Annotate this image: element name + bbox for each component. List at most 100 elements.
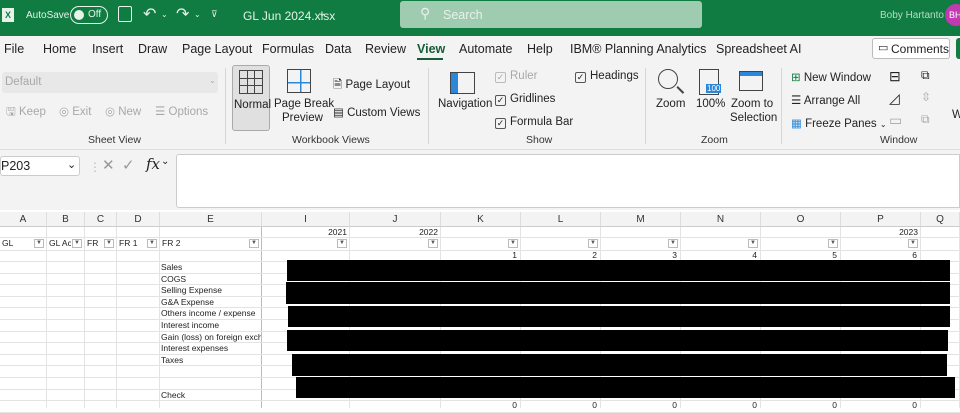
headings-checkbox[interactable]: ✓ Headings [575, 70, 639, 83]
undo-dropdown-icon[interactable]: ⌄ [161, 10, 168, 19]
filter-dropdown-icon[interactable]: ▼ [337, 239, 347, 248]
filename-chevron-icon[interactable]: ⌄ [318, 8, 326, 19]
unhide-icon[interactable]: ▭ [889, 112, 902, 129]
row-label[interactable]: COGS [161, 274, 261, 285]
new-button[interactable]: ◎ New [105, 104, 141, 118]
user-name[interactable]: Boby Hartanto [880, 10, 944, 21]
split-icon[interactable]: ⊟ [889, 68, 901, 85]
worksheet-grid[interactable]: ABCDEIJKLMNOPQ 2021 2022 2023 GL GL Acc FR FR 1… [0, 212, 960, 413]
row-label[interactable]: Interest income [161, 320, 261, 331]
redo-icon[interactable]: ↷ [176, 4, 189, 24]
tab-file[interactable]: File [4, 42, 24, 56]
zoom-button[interactable]: Zoom [654, 67, 688, 117]
column-header-J[interactable]: J [350, 212, 441, 227]
customize-qat-icon[interactable]: ⊽ [211, 9, 218, 20]
avatar[interactable]: BH [945, 4, 960, 26]
normal-view-button[interactable]: Normal [232, 65, 271, 131]
save-icon[interactable] [118, 6, 132, 22]
tab-automate[interactable]: Automate [459, 42, 513, 56]
share-button[interactable] [956, 38, 960, 59]
column-header-I[interactable]: I [262, 212, 350, 227]
column-header-Q[interactable]: Q [921, 212, 960, 227]
row-label[interactable]: Taxes [161, 355, 261, 366]
options-button[interactable]: ☰ Options [155, 104, 208, 118]
row-label[interactable]: G&A Expense [161, 297, 261, 308]
tab-draw[interactable]: Draw [138, 42, 167, 56]
column-header-M[interactable]: M [601, 212, 681, 227]
column-header-A[interactable]: A [0, 212, 47, 227]
row-label[interactable]: Sales [161, 262, 261, 273]
page-break-preview-button[interactable]: Page Break Preview [272, 65, 334, 131]
tab-spreadsheet-ai[interactable]: Spreadsheet AI [716, 42, 801, 56]
tab-view[interactable]: View [417, 42, 445, 56]
navigation-pane-icon [450, 72, 475, 94]
arrange-all-button[interactable]: ☰ Arrange All [791, 93, 860, 107]
filter-dropdown-icon[interactable]: ▼ [34, 239, 44, 248]
undo-icon[interactable]: ↶ [143, 4, 156, 24]
filter-dropdown-icon[interactable]: ▼ [428, 239, 438, 248]
name-box[interactable]: P203 ⌄ [0, 156, 80, 176]
tab-formulas[interactable]: Formulas [262, 42, 314, 56]
tab-data[interactable]: Data [325, 42, 351, 56]
row-label[interactable]: Interest expenses [161, 343, 261, 354]
synchronous-scrolling-icon[interactable]: ⇳ [921, 90, 931, 104]
chevron-down-icon: ⌄ [209, 76, 216, 85]
gridlines-checkbox[interactable]: ✓ Gridlines [495, 93, 555, 106]
filter-header-cell: GL [2, 238, 14, 248]
sheet-view-dropdown[interactable]: Default ⌄ [2, 72, 218, 93]
new-window-button[interactable]: ⊞ New Window [791, 70, 871, 84]
column-header-P[interactable]: P [841, 212, 921, 227]
formula-input[interactable] [176, 154, 960, 208]
filter-dropdown-icon[interactable]: ▼ [147, 239, 157, 248]
custom-views-button[interactable]: ▤ Custom Views [333, 105, 420, 119]
tab-home[interactable]: Home [43, 42, 76, 56]
switch-windows-button[interactable]: W [952, 109, 960, 121]
freeze-panes-button[interactable]: ▦ Freeze Panes ⌄ [791, 116, 887, 130]
comments-button[interactable]: ▭ Comments [872, 38, 950, 59]
column-header-O[interactable]: O [761, 212, 841, 227]
redo-dropdown-icon[interactable]: ⌄ [194, 10, 201, 19]
page-layout-button[interactable]: 🗎 Page Layout [333, 77, 410, 96]
filter-dropdown-icon[interactable]: ▼ [508, 239, 518, 248]
row-label[interactable]: Gain (loss) on foreign excha [161, 332, 261, 343]
column-header-B[interactable]: B [47, 212, 85, 227]
column-header-C[interactable]: C [85, 212, 117, 227]
tab-help[interactable]: Help [527, 42, 553, 56]
enter-icon[interactable]: ✓ [122, 156, 135, 174]
row-label[interactable]: Others income / expense [161, 308, 261, 319]
filter-dropdown-icon[interactable]: ▼ [104, 239, 114, 248]
ruler-checkbox[interactable]: ✓ Ruler [495, 70, 537, 83]
navigation-button[interactable]: Navigation [436, 70, 492, 115]
row-label[interactable]: Selling Expense [161, 285, 261, 296]
tab-ibm-planning-analytics[interactable]: IBM® Planning Analytics [570, 42, 706, 56]
column-header-E[interactable]: E [160, 212, 262, 227]
zoom-100-button[interactable]: 100 100% [694, 67, 728, 117]
column-header-K[interactable]: K [441, 212, 521, 227]
search-box[interactable]: ⚲ Search [400, 1, 702, 28]
formula-bar-checkbox[interactable]: ✓ Formula Bar [495, 116, 573, 129]
column-header-D[interactable]: D [117, 212, 160, 227]
reset-window-position-icon[interactable]: ⧉ [921, 112, 930, 127]
hide-icon[interactable]: ◿ [889, 90, 900, 107]
cancel-icon[interactable]: ✕ [102, 156, 115, 174]
row-label[interactable]: Check [161, 390, 261, 401]
insert-function-icon[interactable]: fx [146, 155, 160, 173]
filter-dropdown-icon[interactable]: ▼ [72, 239, 82, 248]
autosave-toggle[interactable]: Off [70, 6, 108, 24]
keep-button[interactable]: 🖫 Keep [6, 104, 46, 123]
tab-page-layout[interactable]: Page Layout [182, 42, 252, 56]
filter-dropdown-icon[interactable]: ▼ [668, 239, 678, 248]
filter-dropdown-icon[interactable]: ▼ [249, 239, 259, 248]
tab-insert[interactable]: Insert [92, 42, 123, 56]
exit-button[interactable]: ◎ Exit [59, 104, 91, 118]
filter-dropdown-icon[interactable]: ▼ [748, 239, 758, 248]
column-header-L[interactable]: L [521, 212, 601, 227]
view-side-by-side-icon[interactable]: ⧉ [921, 68, 930, 83]
filter-dropdown-icon[interactable]: ▼ [588, 239, 598, 248]
filter-dropdown-icon[interactable]: ▼ [828, 239, 838, 248]
filter-dropdown-icon[interactable]: ▼ [908, 239, 918, 248]
zoom-to-selection-button[interactable]: Zoom to Selection [730, 67, 777, 129]
column-header-N[interactable]: N [681, 212, 761, 227]
tab-review[interactable]: Review [365, 42, 406, 56]
grid-icon [239, 70, 263, 94]
